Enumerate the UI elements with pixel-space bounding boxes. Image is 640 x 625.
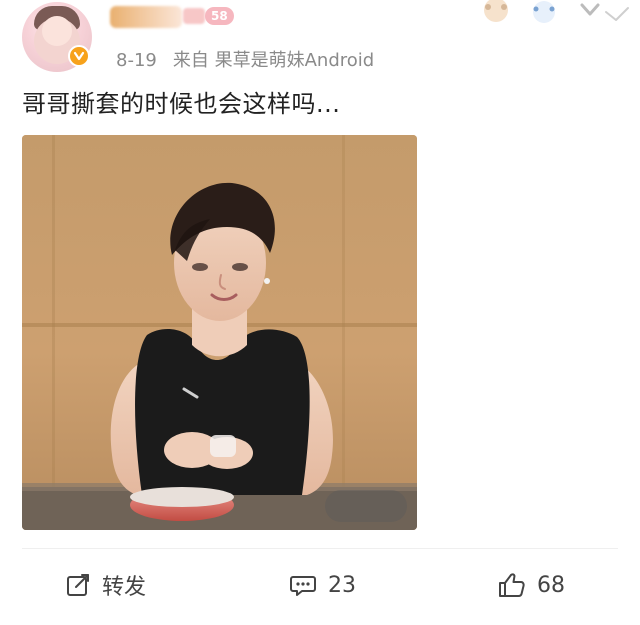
source-prefix: 来自: [172, 50, 209, 71]
avatar-face: [42, 16, 72, 46]
source-name[interactable]: 果草是萌妹Android: [215, 50, 375, 71]
post-meta: 8-19 来自 果草是萌妹Android: [116, 46, 374, 72]
post-text: 哥哥撕套的时候也会这样吗...: [22, 90, 341, 118]
like-count: 68: [537, 572, 565, 598]
verified-badge-icon: [68, 45, 90, 67]
decorative-stickers: [470, 0, 640, 30]
comment-count: 23: [328, 572, 356, 598]
divider: [22, 548, 618, 549]
thumbs-up-icon: [497, 570, 527, 600]
level-badge: 58: [205, 7, 234, 25]
post-date: 8-19: [116, 50, 157, 71]
comment-button[interactable]: 23: [288, 568, 356, 602]
username-blurred[interactable]: [110, 6, 182, 28]
post-photo[interactable]: [22, 135, 417, 530]
comment-icon: [288, 571, 318, 599]
cake-icon: [183, 8, 205, 24]
repost-button[interactable]: 转发: [64, 568, 146, 602]
video-play-badge[interactable]: [325, 490, 407, 522]
repost-label: 转发: [102, 575, 147, 600]
photo-illustration: [22, 135, 417, 530]
like-button[interactable]: 68: [497, 568, 565, 602]
repost-icon: [64, 571, 92, 599]
